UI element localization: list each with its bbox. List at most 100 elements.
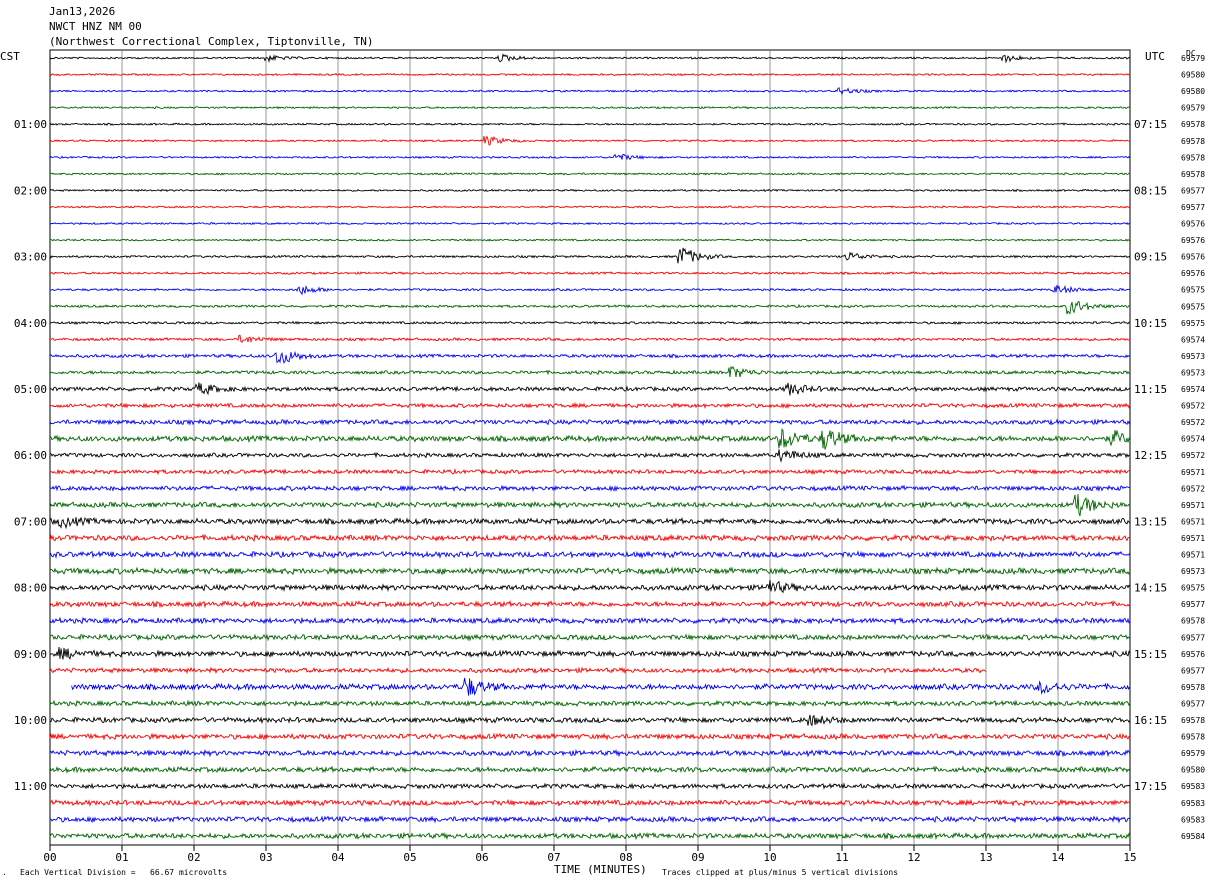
left-time-label-0900: 09:00 [14,648,47,661]
dc-offset-13: 69576 [1181,269,1205,278]
dc-offset-1: 69580 [1181,71,1205,80]
trace-44 [49,782,1131,790]
dc-offset-29: 69571 [1181,534,1205,543]
dc-offset-19: 69573 [1181,368,1205,377]
right-time-label-1115: 11:15 [1134,383,1167,396]
dc-offset-4: 69578 [1181,120,1205,129]
trace-32 [49,579,1131,594]
trace-17 [49,334,1131,344]
trace-24 [49,449,1131,463]
trace-11 [49,238,1131,242]
dc-offset-6: 69578 [1181,153,1205,162]
dc-offset-43: 69580 [1181,766,1205,775]
right-time-label-0715: 07:15 [1134,118,1167,131]
dc-offset-38: 69578 [1181,683,1205,692]
x-axis-label: TIME (MINUTES) [554,863,647,876]
trace-34 [49,616,1131,625]
dc-offset-36: 69576 [1181,650,1205,659]
trace-41 [49,732,1131,741]
clip-note: Traces clipped at plus/minus 5 vertical … [662,868,899,877]
trace-16 [49,320,1131,325]
dc-offset-22: 69572 [1181,418,1205,427]
dc-offset-20: 69574 [1181,385,1205,394]
plot-frame [49,49,1131,846]
x-tick-label-01: 01 [115,851,128,864]
dc-offset-23: 69574 [1181,435,1205,444]
dc-offset-18: 69573 [1181,352,1205,361]
right-time-label-1315: 13:15 [1134,515,1167,528]
dc-offset-5: 69578 [1181,137,1205,146]
x-tick-label-04: 04 [331,851,345,864]
left-time-label-1100: 11:00 [14,780,47,793]
trace-13 [49,271,1131,276]
trace-29 [49,533,1130,543]
scale-note: Each Vertical Division = 66.67 microvolt… [20,868,228,877]
trace-47 [49,831,1131,841]
trace-0 [49,53,1131,64]
dc-offset-31: 69573 [1181,567,1205,576]
trace-35 [50,633,1131,642]
trace-37 [49,666,987,675]
trace-9 [49,205,1131,209]
left-time-label-0300: 03:00 [14,251,47,264]
x-tick-label-13: 13 [979,851,992,864]
dc-offset-45: 69583 [1181,799,1205,808]
dc-offset-32: 69575 [1181,584,1205,593]
x-tick-label-11: 11 [835,851,848,864]
helicorder-plot: 00 01 02 03 04 05 06 07 08 09 10 11 12 13 14 1569579695… [14,49,1205,864]
trace-22 [49,418,1131,427]
trace-43 [49,765,1131,774]
dc-offset-21: 69572 [1181,402,1205,411]
x-tick-label-15: 15 [1123,851,1136,864]
trace-8 [49,188,1131,193]
dc-offset-37: 69577 [1181,666,1205,675]
dc-offset-7: 69578 [1181,170,1205,179]
dc-offset-40: 69578 [1181,716,1205,725]
trace-12 [49,247,1131,264]
left-time-label-0400: 04:00 [14,317,47,330]
trace-20 [49,382,1131,396]
x-tick-label-00: 00 [43,851,56,864]
trace-5 [49,135,1131,146]
trace-30 [49,550,1131,560]
left-time-label-0200: 02:00 [14,184,47,197]
dc-offset-11: 69576 [1181,236,1205,245]
dc-offset-10: 69576 [1181,220,1205,229]
trace-15 [49,300,1131,315]
dc-offset-44: 69583 [1181,782,1205,791]
trace-31 [49,566,1131,576]
left-time-label-1000: 10:00 [14,714,47,727]
x-tick-label-09: 09 [691,851,704,864]
trace-23 [49,428,1131,450]
x-tick-label-14: 14 [1051,851,1065,864]
trace-33 [49,599,1131,609]
x-tick-label-12: 12 [907,851,920,864]
trace-42 [49,749,1131,758]
right-time-label-0915: 09:15 [1134,251,1167,264]
trace-7 [50,172,1131,176]
dc-offset-17: 69574 [1181,335,1205,344]
right-time-label-1515: 15:15 [1134,648,1167,661]
left-time-label-0500: 05:00 [14,383,47,396]
dc-offset-8: 69577 [1181,186,1205,195]
trace-40 [49,714,1131,727]
right-time-label-1715: 17:15 [1134,780,1167,793]
trace-4 [49,122,1131,127]
trace-3 [49,105,1130,110]
dc-offset-42: 69579 [1181,749,1205,758]
right-time-label-1215: 12:15 [1134,449,1167,462]
trace-14 [49,284,1131,296]
dc-offset-27: 69571 [1181,501,1205,510]
dc-offset-39: 69577 [1181,699,1205,708]
trace-46 [49,815,1131,824]
dc-offset-47: 69584 [1181,832,1205,841]
dc-offset-26: 69572 [1181,484,1205,493]
trace-36 [49,647,1131,660]
dc-offset-16: 69575 [1181,319,1205,328]
dc-offset-14: 69575 [1181,286,1205,295]
trace-45 [49,798,1131,808]
trace-10 [49,221,1131,226]
trace-21 [49,401,1131,410]
trace-2 [49,87,1131,96]
right-time-label-0815: 08:15 [1134,184,1167,197]
